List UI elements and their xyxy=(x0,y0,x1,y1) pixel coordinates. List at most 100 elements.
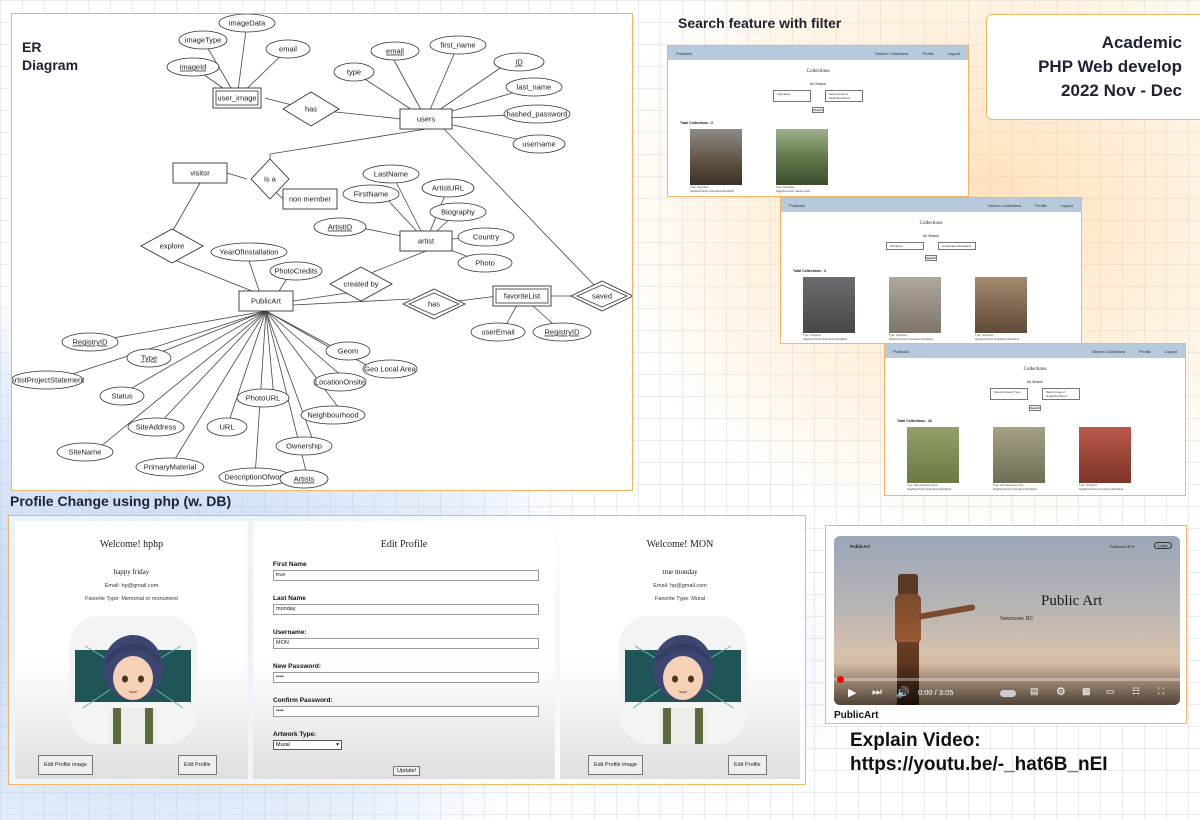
artwork-image xyxy=(776,129,828,185)
card-area: Neighbourhood: Grandview-Woodland xyxy=(975,338,1020,342)
volume-icon[interactable]: 🔊 xyxy=(896,686,910,699)
artwork-card[interactable]: Type: Site-integrated work Neighbourhood:… xyxy=(993,427,1045,491)
card-area: Neighbourhood: Grandview-Woodland xyxy=(907,488,952,492)
er-label: Ownership xyxy=(286,442,322,451)
first-name-input[interactable]: true xyxy=(273,570,539,581)
er-label: ArtistURL xyxy=(432,184,464,193)
play-icon[interactable]: ▶ xyxy=(848,686,856,699)
new-password-input[interactable]: •••• xyxy=(273,672,539,683)
video-player[interactable]: PublicArt PublicArt ☰ ▾ Login Public Art… xyxy=(834,536,1180,705)
cast-icon[interactable]: ☷ xyxy=(1132,686,1140,697)
profile-view-hphp: Welcome! hphp happy friday Email: hp@gma… xyxy=(15,521,248,779)
profile-heading: Profile Change using php (w. DB) xyxy=(10,493,232,509)
artwork-card[interactable]: Type: Sculpture Neighbourhood: Grandview-… xyxy=(975,277,1027,341)
nav-logout[interactable]: Logout xyxy=(1165,349,1177,354)
edit-profile-button[interactable]: Edit Profile xyxy=(728,755,767,775)
academic-box: Academic PHP Web develop 2022 Nov - Dec xyxy=(986,14,1200,120)
confirm-password-label: Confirm Password: xyxy=(273,697,333,704)
progress-bar[interactable] xyxy=(834,678,1180,681)
card-area: Neighbourhood: Grandview Woodland xyxy=(690,190,734,194)
er-connector xyxy=(226,310,267,428)
er-label: Geo Local Area xyxy=(364,365,417,374)
username-input[interactable]: MON xyxy=(273,638,539,649)
subtitles-icon[interactable]: ▤ xyxy=(1030,686,1039,697)
theater-icon[interactable]: ▭ xyxy=(1106,686,1115,697)
er-label: ArtistID xyxy=(328,223,353,232)
video-title: Public Art xyxy=(1041,593,1103,609)
avatar xyxy=(619,616,747,744)
confirm-password-input[interactable]: •••• xyxy=(273,706,539,717)
type-select[interactable]: Sculpture xyxy=(886,242,924,250)
nav-profile[interactable]: Profile xyxy=(1139,349,1150,354)
artwork-card[interactable]: Type: Figurative Neighbourhood: Grandview… xyxy=(690,129,742,193)
login-button[interactable]: Login xyxy=(1154,542,1172,549)
update-button[interactable]: Update! xyxy=(393,766,421,776)
er-label: Type xyxy=(141,354,157,363)
navbar: PublicArt Search Collections Profile Logout xyxy=(668,46,968,60)
area-select[interactable]: Select Area of Neighbourhood xyxy=(825,90,863,102)
er-connector xyxy=(292,298,411,306)
artwork-card[interactable]: Type: Sculpture Neighbourhood: Grandview-… xyxy=(1079,427,1131,491)
new-password-label: New Password: xyxy=(273,663,322,670)
er-label: hashed_password xyxy=(507,110,568,119)
er-connector xyxy=(145,310,267,359)
welcome-text: Welcome! MON xyxy=(646,539,714,550)
edit-profile-image-button[interactable]: Edit Profile image xyxy=(38,755,94,775)
er-label: Neighbourhood xyxy=(307,411,358,420)
nav-profile[interactable]: Profile xyxy=(1035,203,1046,208)
er-connector xyxy=(155,310,267,428)
artwork-card[interactable]: Type: Sculpture Neighbourhood: Grandview-… xyxy=(803,277,855,341)
type-select[interactable]: Figurative xyxy=(773,90,811,102)
search-button[interactable]: Search xyxy=(925,255,937,261)
er-label: Artists xyxy=(294,475,315,484)
next-icon[interactable]: ⏭ xyxy=(872,686,882,699)
video-location: Vancouver, BC xyxy=(1000,616,1033,622)
card-type: Type: Site-integrated work xyxy=(907,484,938,487)
search-subtitle: Art Search xyxy=(922,234,940,238)
artwork-type-select[interactable]: Mural ▾ xyxy=(273,740,342,750)
type-select[interactable]: Select Artwork Type xyxy=(990,388,1028,400)
autoplay-toggle[interactable] xyxy=(1000,690,1016,697)
profile-favorite: Favorite Type: Memorial or monument xyxy=(85,596,178,602)
artwork-type-label: Artwork Type: xyxy=(273,731,317,738)
brand: PublicArt xyxy=(850,544,871,549)
artwork-card[interactable]: Type: Figurative Neighbourhood: Stanley P… xyxy=(776,129,828,193)
nav-search[interactable]: Search Collections xyxy=(988,203,1021,208)
edit-profile-image-button[interactable]: Edit Profile image xyxy=(588,755,644,775)
miniplayer-icon[interactable]: ▩ xyxy=(1082,686,1091,697)
search-heading: Search feature with filter xyxy=(678,15,842,31)
edit-profile-button[interactable]: Edit Profile xyxy=(178,755,217,775)
er-connector xyxy=(171,258,253,292)
fullscreen-icon[interactable]: ⛶ xyxy=(1158,686,1164,697)
nav-profile[interactable]: Profile xyxy=(922,51,933,56)
area-select[interactable]: Select Area of Neighbourhood xyxy=(1042,388,1080,400)
nav-search[interactable]: Search Collections xyxy=(875,51,908,56)
artwork-card[interactable]: Type: Site-integrated work Neighbourhood:… xyxy=(907,427,959,491)
last-name-input[interactable]: monday xyxy=(273,604,539,615)
er-label: ID xyxy=(515,58,523,67)
area-select[interactable]: Grandview-Woodland xyxy=(938,242,976,250)
artwork-card[interactable]: Type: Sculpture Neighbourhood: Grandview-… xyxy=(889,277,941,341)
nav-logout[interactable]: Logout xyxy=(948,51,960,56)
er-label: URL xyxy=(219,423,234,432)
search-screenshot-3: PublicArt Search Collections Profile Logout… xyxy=(884,343,1186,496)
er-label: FirstName xyxy=(354,190,389,199)
er-label: has xyxy=(428,300,440,309)
settings-icon[interactable]: ⚙ xyxy=(1056,685,1066,698)
er-label: Geom xyxy=(338,347,358,356)
er-connector xyxy=(265,310,316,447)
search-button[interactable]: Search xyxy=(1029,405,1041,411)
nav-logout[interactable]: Logout xyxy=(1061,203,1073,208)
avatar xyxy=(69,616,197,744)
card-type: Type: Figurative xyxy=(776,186,795,189)
artwork-image xyxy=(803,277,855,333)
video-time: 0:00 / 3:05 xyxy=(918,688,954,697)
explain-video-url[interactable]: https://youtu.be/-_hat6B_nEI xyxy=(850,754,1108,776)
nav-menu[interactable]: PublicArt ☰ ▾ xyxy=(1110,544,1134,549)
nav-search[interactable]: Search Collections xyxy=(1092,349,1125,354)
er-label: PhotoURL xyxy=(246,394,281,403)
search-button[interactable]: Search xyxy=(812,107,824,113)
er-connector xyxy=(457,295,499,302)
progress-handle[interactable] xyxy=(837,676,844,683)
er-label: RegistryID xyxy=(72,338,108,347)
